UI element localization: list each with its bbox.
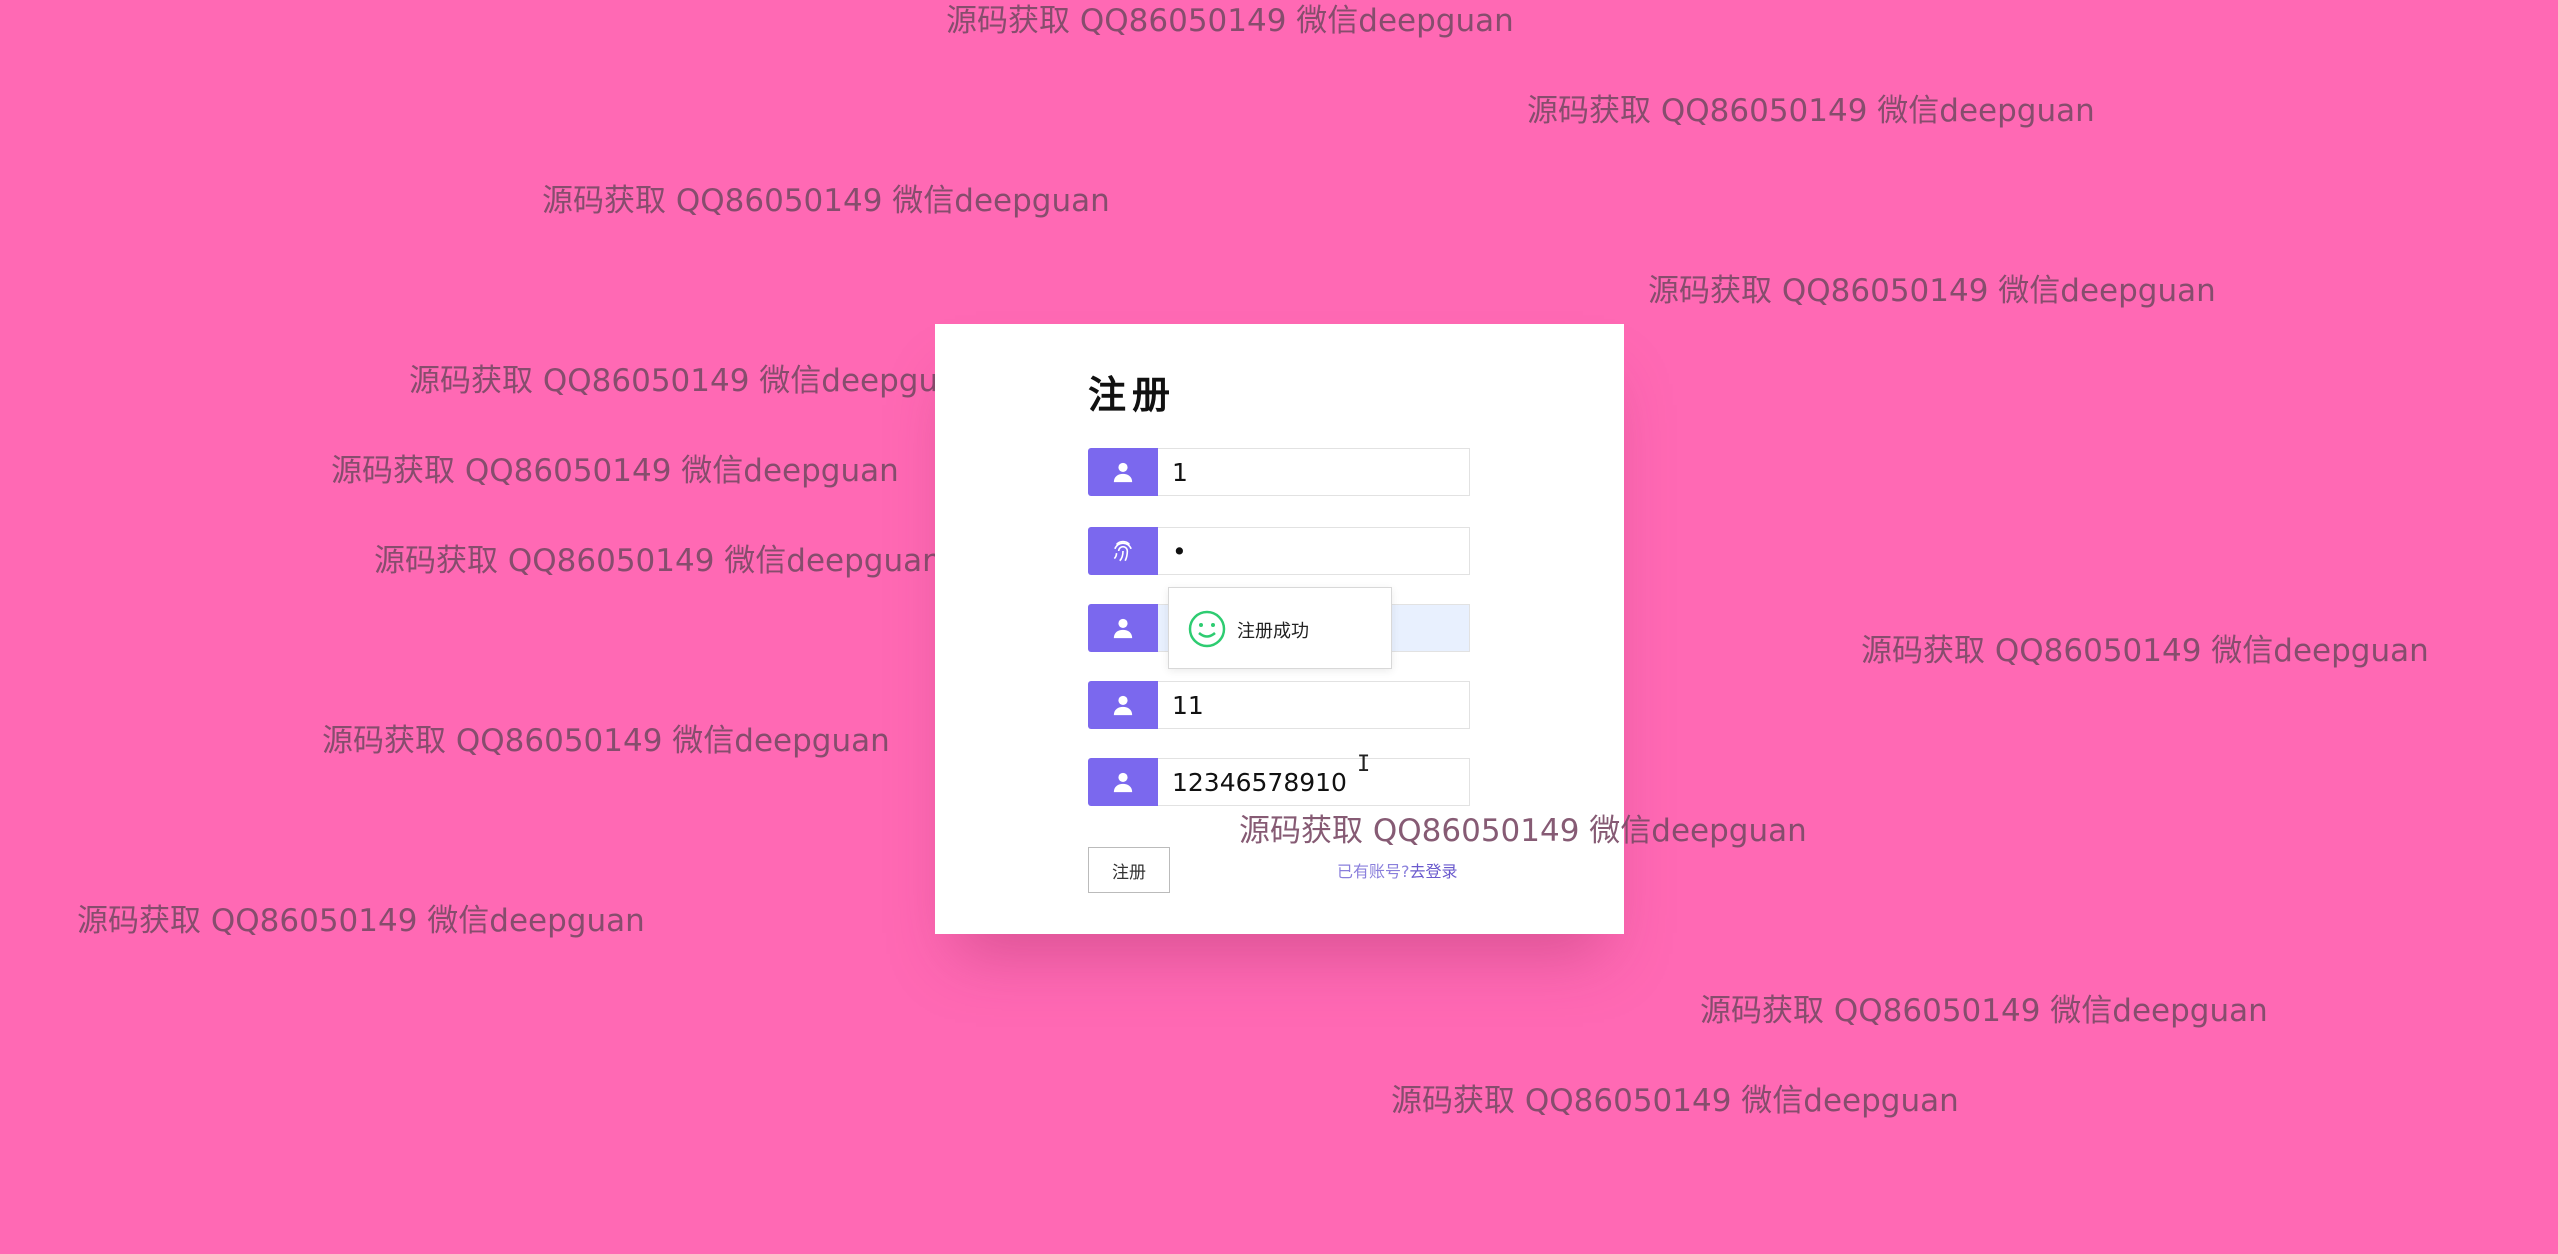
login-link[interactable]: 已有账号?去登录 <box>1337 858 1458 882</box>
watermark-text: 源码获取 QQ86050149 微信deepguan <box>1239 813 1807 849</box>
watermark-text: 源码获取 QQ86050149 微信deepguan <box>1861 633 2429 669</box>
phone-input[interactable]: 12346578910 <box>1158 758 1470 806</box>
watermark-text: 源码获取 QQ86050149 微信deepguan <box>322 723 890 759</box>
watermark-text: 源码获取 QQ86050149 微信deepguan <box>1700 993 2268 1029</box>
smile-icon <box>1188 610 1226 648</box>
watermark-text: 源码获取 QQ86050149 微信deepguan <box>1527 93 2095 129</box>
password-input[interactable]: • <box>1158 527 1470 575</box>
username-row: 1 <box>1088 448 1470 496</box>
watermark-text: 源码获取 QQ86050149 微信deepguan <box>331 453 899 489</box>
go-login-link[interactable]: 去登录 <box>1410 862 1458 881</box>
register-button[interactable]: 注册 <box>1088 847 1170 893</box>
name-row: 11 <box>1088 681 1470 729</box>
success-toast: 注册成功 <box>1168 587 1392 669</box>
user-icon <box>1088 448 1158 496</box>
watermark-text: 源码获取 QQ86050149 微信deepguan <box>542 183 1110 219</box>
watermark-text: 源码获取 QQ86050149 微信deepguan <box>946 3 1514 39</box>
watermark-text: 源码获取 QQ86050149 微信deepguan <box>374 543 942 579</box>
phone-row: 12346578910 <box>1088 758 1470 806</box>
login-prompt: 已有账号? <box>1337 862 1410 881</box>
username-input[interactable]: 1 <box>1158 448 1470 496</box>
fingerprint-icon <box>1088 527 1158 575</box>
password-row: • <box>1088 527 1470 575</box>
watermark-text: 源码获取 QQ86050149 微信deepguan <box>409 363 977 399</box>
user-icon <box>1088 604 1158 652</box>
text-cursor-icon: I <box>1357 752 1371 777</box>
watermark-text: 源码获取 QQ86050149 微信deepguan <box>77 903 645 939</box>
watermark-text: 源码获取 QQ86050149 微信deepguan <box>1391 1083 1959 1119</box>
page-title: 注册 <box>1088 373 1177 417</box>
toast-message: 注册成功 <box>1237 621 1309 642</box>
user-icon <box>1088 681 1158 729</box>
name-input[interactable]: 11 <box>1158 681 1470 729</box>
watermark-text: 源码获取 QQ86050149 微信deepguan <box>1648 273 2216 309</box>
user-icon <box>1088 758 1158 806</box>
